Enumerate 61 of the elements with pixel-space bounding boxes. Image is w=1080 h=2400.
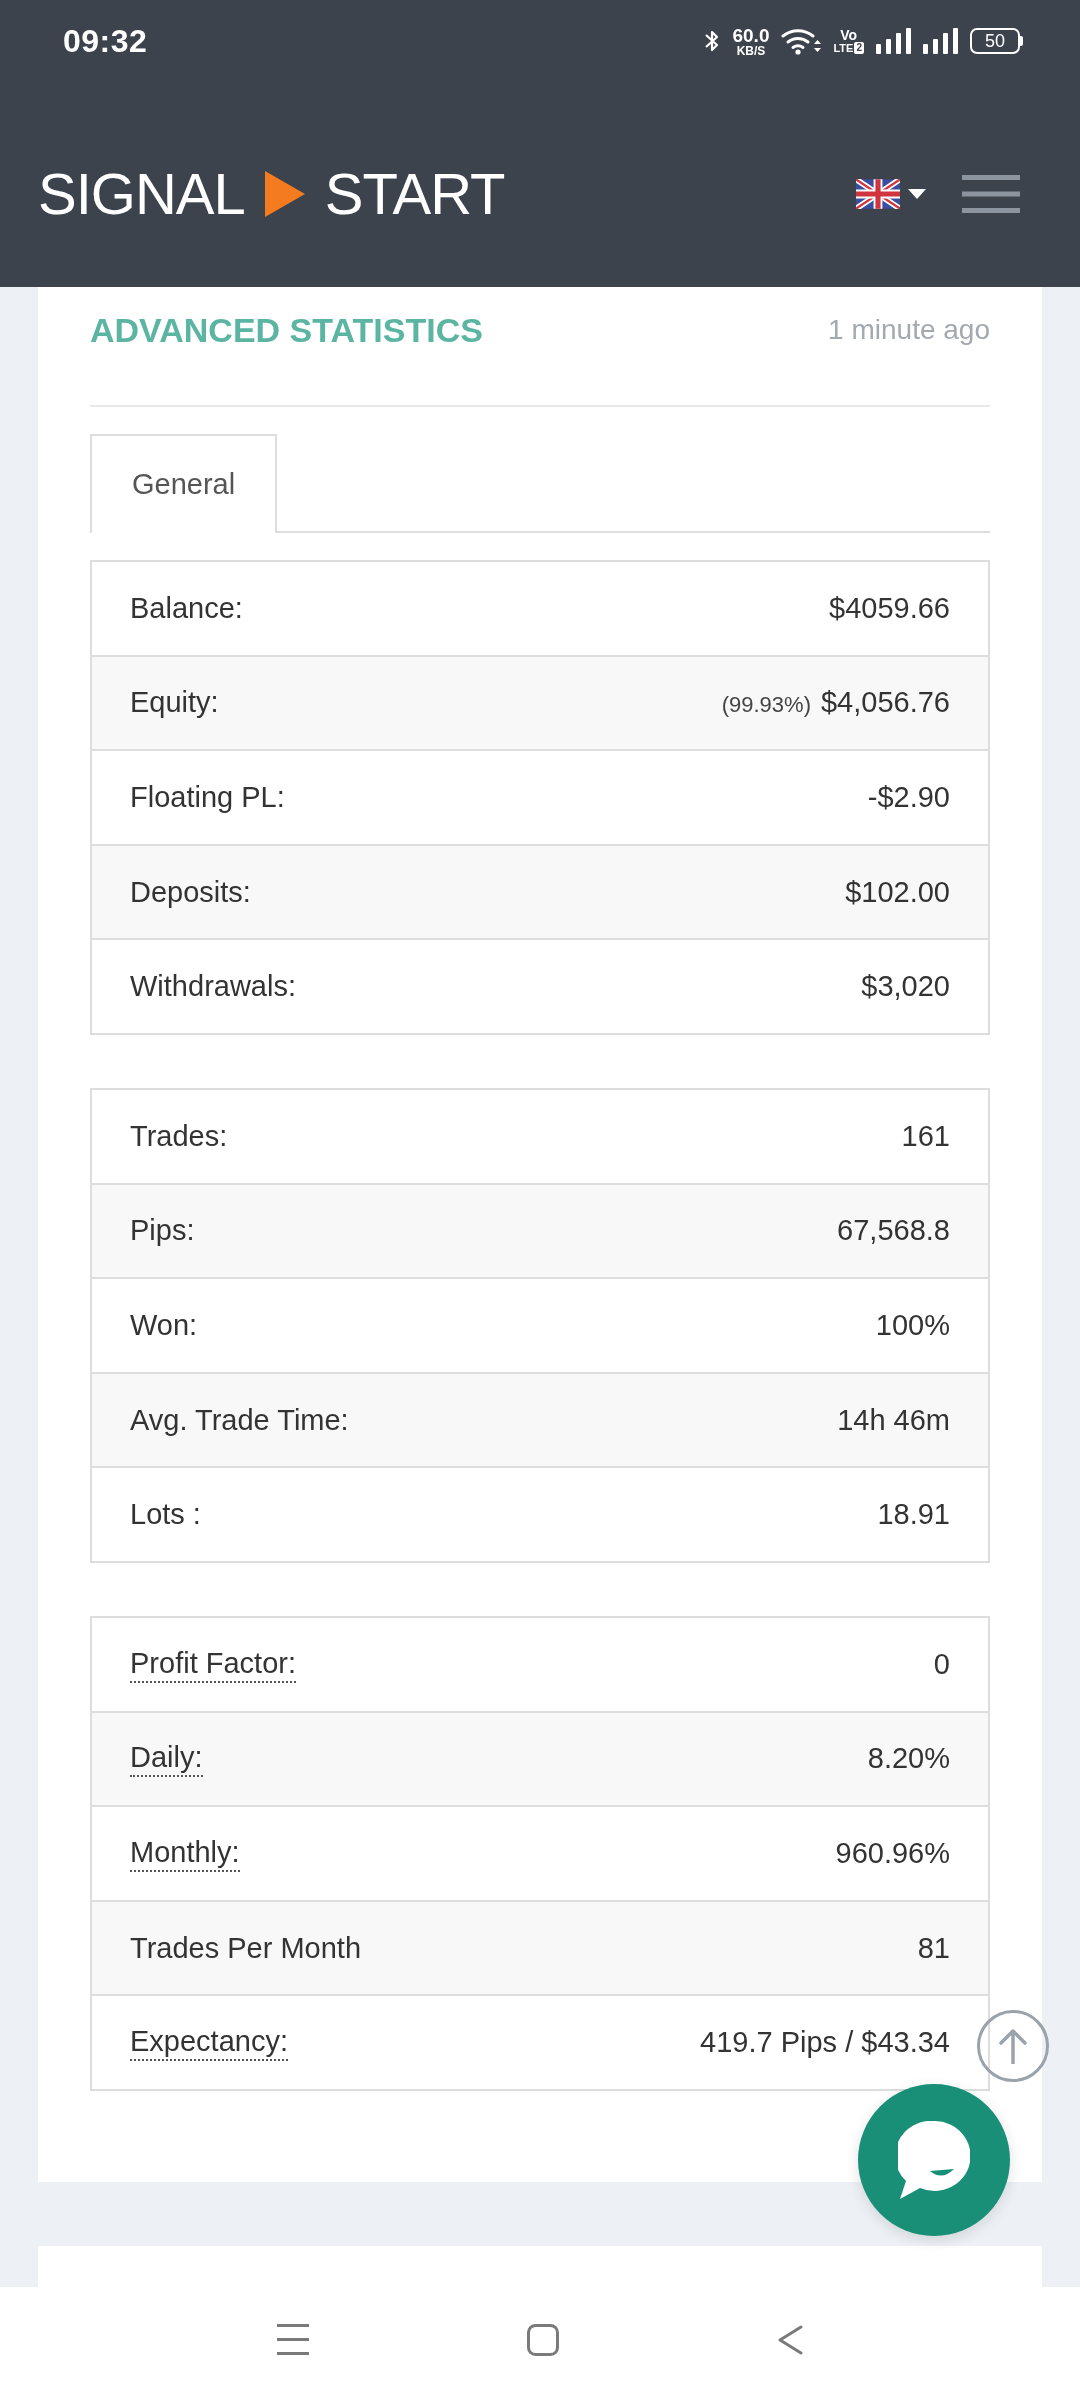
square-icon — [527, 2323, 559, 2356]
stat-value: 14h 46m — [837, 1403, 950, 1437]
menu-icon — [277, 2324, 309, 2355]
section-title: ADVANCED STATISTICS — [90, 310, 483, 350]
sim-badge: 2 — [854, 42, 864, 54]
stat-label: Deposits: — [130, 874, 251, 910]
stat-value: $4059.66 — [829, 591, 950, 625]
back-icon — [777, 2324, 803, 2355]
stat-value: 100% — [875, 1308, 950, 1342]
caret-icon — [908, 188, 926, 199]
stat-value: 67,568.8 — [837, 1214, 950, 1248]
stat-value: 81 — [917, 1931, 950, 1965]
stat-label: Pips: — [130, 1213, 195, 1249]
arrow-up-icon — [998, 2028, 1028, 2064]
scroll-top-button[interactable] — [977, 2010, 1049, 2082]
stat-value: 161 — [901, 1119, 950, 1153]
stat-label: Floating PL: — [130, 780, 285, 815]
network-speed: 60.0 — [732, 25, 770, 45]
flag-icon — [856, 178, 900, 209]
speed-unit: KB/S — [736, 44, 766, 57]
stat-value: -$2.90 — [867, 781, 950, 814]
stat-label: Equity: — [130, 685, 219, 721]
wifi-icon — [781, 27, 822, 55]
home-button[interactable] — [527, 2323, 559, 2356]
menu-icon — [962, 174, 1020, 213]
updated-time: 1 minute ago — [828, 314, 990, 346]
stat-value: 960.96% — [835, 1836, 950, 1870]
stat-value: $4,056.76 — [821, 686, 950, 720]
chat-bubble-icon — [898, 2121, 970, 2199]
signal-icon — [876, 28, 911, 54]
status-time: 09:32 — [63, 22, 148, 60]
stat-label: Balance: — [130, 590, 243, 626]
stat-label: Lots : — [130, 1497, 201, 1533]
recents-button[interactable] — [277, 2324, 309, 2355]
stat-value: 8.20% — [867, 1742, 950, 1776]
signal-icon — [923, 28, 958, 54]
menu-button[interactable] — [962, 174, 1020, 213]
stat-value: 18.91 — [877, 1498, 950, 1532]
stat-label: Avg. Trade Time: — [130, 1402, 349, 1438]
stat-label: Trades: — [130, 1118, 228, 1154]
logo-text: START — [324, 164, 505, 223]
play-icon — [264, 170, 305, 217]
stat-label: Daily: — [130, 1740, 203, 1778]
stat-label: Trades Per Month — [130, 1930, 362, 1966]
stat-label: Withdrawals: — [130, 969, 296, 1005]
stat-label: Monthly: — [130, 1835, 240, 1872]
language-button[interactable] — [856, 178, 926, 209]
battery-icon: 50 — [970, 28, 1023, 54]
stat-value: $3,020 — [861, 970, 950, 1004]
stat-label: Expectancy: — [130, 2024, 288, 2061]
percent-note: (99.93%) — [721, 692, 811, 719]
back-button[interactable] — [777, 2324, 803, 2355]
volte-label: Vo — [840, 28, 858, 42]
stat-value: $102.00 — [845, 875, 950, 909]
stat-label: Won: — [130, 1308, 198, 1343]
tab[interactable]: General — [90, 434, 278, 533]
stat-value: 419.7 Pips / $43.34 — [700, 2026, 950, 2060]
lte-label: LTE — [833, 42, 854, 54]
logo-text: SIGNAL — [38, 164, 245, 223]
stat-label: Profit Factor: — [130, 1645, 296, 1683]
stat-value: 0 — [933, 1647, 950, 1681]
